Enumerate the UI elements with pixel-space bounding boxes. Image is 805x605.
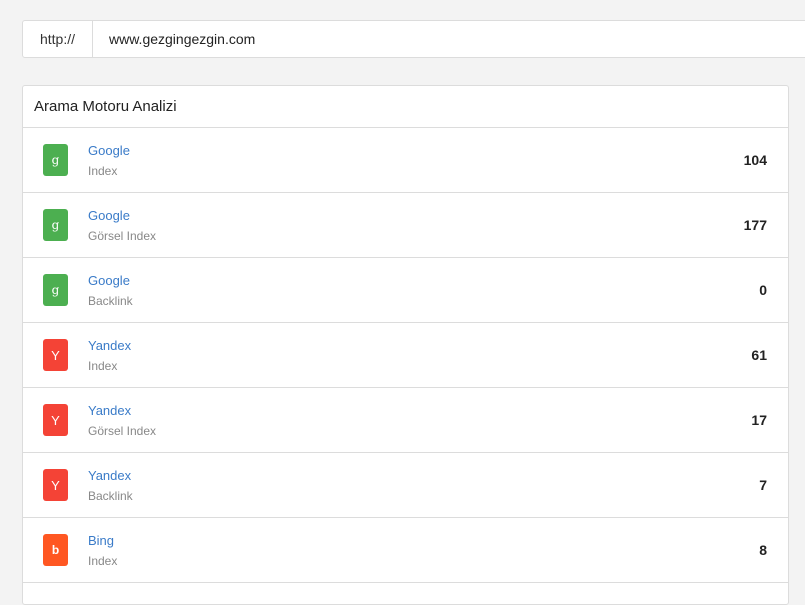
engine-link[interactable]: Google — [88, 273, 133, 289]
list-item: g Google Görsel Index 177 — [23, 193, 788, 258]
yandex-icon: Y — [43, 469, 68, 501]
metric-type: Backlink — [88, 293, 133, 308]
list-item: g Google Index 104 — [23, 128, 788, 193]
list-item: Y Yandex Görsel Index 17 — [23, 388, 788, 453]
metric-type: Index — [88, 553, 118, 568]
google-icon: g — [43, 144, 68, 176]
google-icon: g — [43, 274, 68, 306]
metric-count: 17 — [751, 412, 767, 428]
metric-type: Backlink — [88, 488, 133, 503]
search-engine-analysis-panel: Arama Motoru Analizi g Google Index 104 … — [22, 85, 789, 605]
metric-count: 61 — [751, 347, 767, 363]
url-prefix: http:// — [23, 21, 93, 57]
list-item: Y Yandex Backlink 7 — [23, 453, 788, 518]
metric-count: 7 — [759, 477, 767, 493]
bing-icon: b — [43, 534, 68, 566]
list-item: Y Yandex Index 61 — [23, 323, 788, 388]
list-item: b Bing Index 8 — [23, 518, 788, 583]
engine-link[interactable]: Bing — [88, 533, 117, 549]
url-input[interactable]: www.gezgingezgin.com — [93, 31, 255, 47]
metric-count: 8 — [759, 542, 767, 558]
yandex-icon: Y — [43, 404, 68, 436]
list-item: g Google Backlink 0 — [23, 258, 788, 323]
yandex-icon: Y — [43, 339, 68, 371]
engine-link[interactable]: Yandex — [88, 403, 156, 419]
google-icon: g — [43, 209, 68, 241]
metric-count: 104 — [743, 152, 767, 168]
metric-count: 0 — [759, 282, 767, 298]
engine-link[interactable]: Google — [88, 143, 130, 159]
engine-link[interactable]: Yandex — [88, 338, 131, 354]
metric-count: 177 — [743, 217, 767, 233]
url-bar[interactable]: http:// www.gezgingezgin.com — [22, 20, 805, 58]
metric-type: Index — [88, 358, 118, 373]
metric-type: Görsel Index — [88, 228, 157, 243]
panel-title: Arama Motoru Analizi — [23, 86, 788, 128]
metric-type: Görsel Index — [88, 423, 157, 438]
engine-link[interactable]: Yandex — [88, 468, 133, 484]
metric-type: Index — [88, 163, 118, 178]
engine-link[interactable]: Google — [88, 208, 156, 224]
